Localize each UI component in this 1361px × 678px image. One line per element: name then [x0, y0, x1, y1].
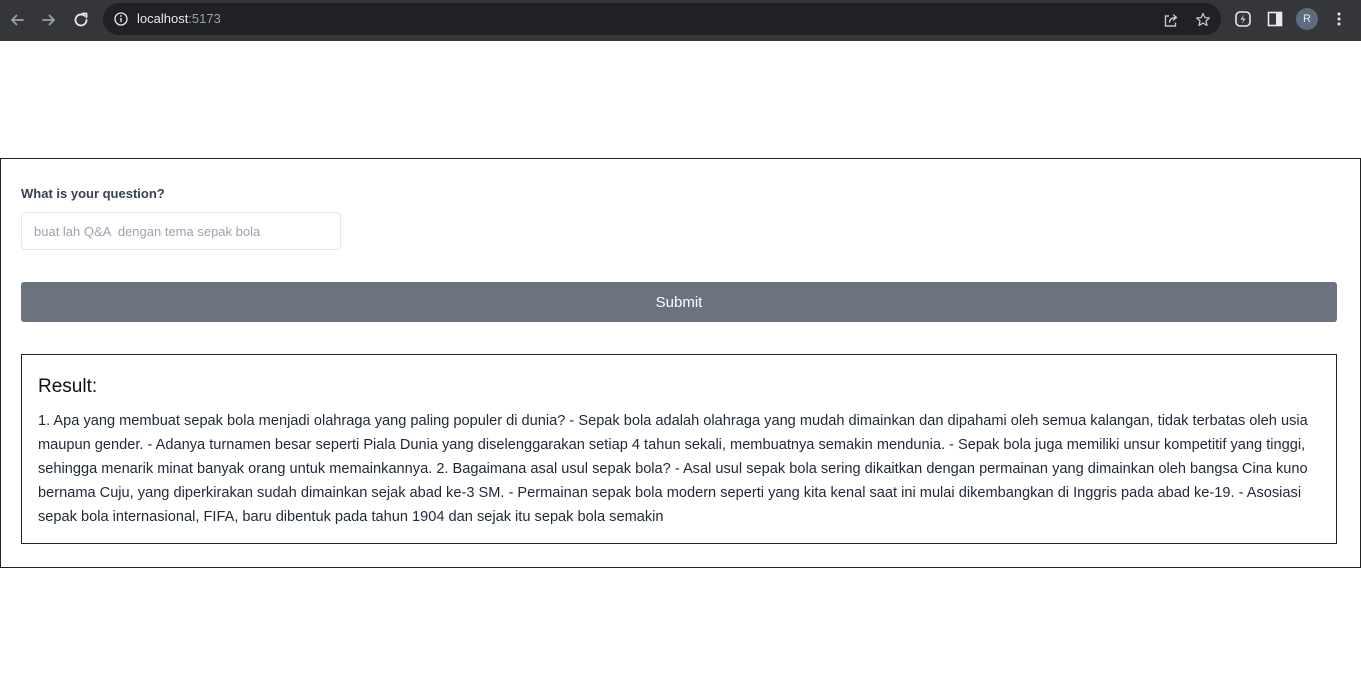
browser-toolbar: localhost:5173 R: [0, 0, 1361, 41]
question-input[interactable]: [21, 212, 341, 250]
result-text: 1. Apa yang membuat sepak bola menjadi o…: [38, 413, 1308, 525]
address-bar[interactable]: localhost:5173: [103, 3, 1221, 35]
url-port: :5173: [188, 11, 221, 26]
kebab-menu-icon[interactable]: [1329, 9, 1349, 29]
forward-button[interactable]: [37, 8, 61, 32]
back-button[interactable]: [5, 8, 29, 32]
address-url: localhost:5173: [137, 11, 221, 27]
profile-avatar[interactable]: R: [1296, 8, 1318, 30]
result-title: Result:: [38, 376, 98, 397]
result-box: Result: 1. Apa yang membuat sepak bola m…: [21, 354, 1337, 544]
side-panel-icon[interactable]: [1265, 9, 1285, 29]
arrow-right-icon: [42, 14, 55, 26]
question-label: What is your question?: [21, 186, 165, 201]
submit-button[interactable]: Submit: [21, 282, 1337, 322]
qa-form-card: What is your question? Submit Result: 1.…: [0, 158, 1361, 568]
extension-icon[interactable]: [1233, 9, 1253, 29]
reload-button[interactable]: [69, 8, 93, 32]
share-icon[interactable]: [1162, 11, 1180, 29]
reload-icon: [74, 12, 88, 27]
url-host: localhost: [137, 11, 189, 26]
arrow-left-icon: [11, 14, 24, 26]
info-icon[interactable]: [113, 11, 129, 27]
star-icon[interactable]: [1194, 11, 1212, 29]
